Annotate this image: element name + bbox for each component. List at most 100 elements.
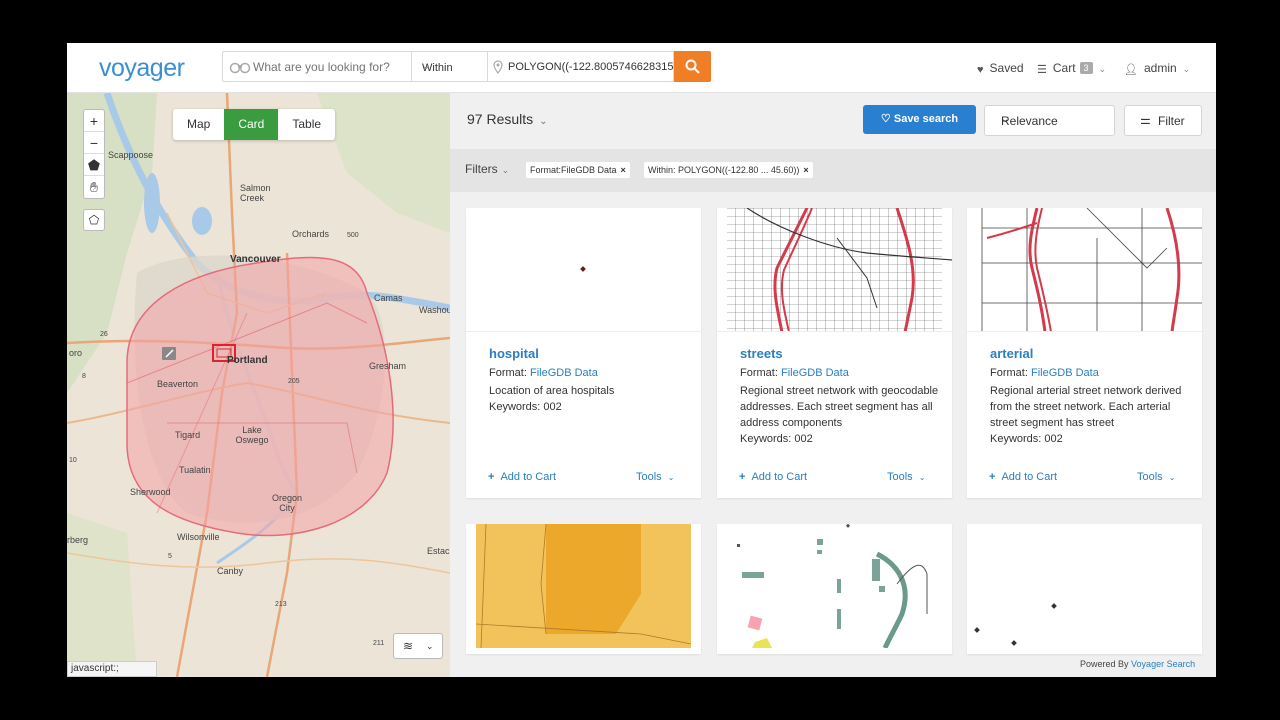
saved-link[interactable]: ♥ Saved xyxy=(977,61,1024,76)
voyager-logo[interactable]: voyager xyxy=(99,54,185,83)
add-to-cart-button[interactable]: + Add to Cart xyxy=(739,471,807,483)
sort-select[interactable]: Relevance ⌄ xyxy=(984,105,1115,136)
tools-menu[interactable]: Tools ⌄ xyxy=(887,471,925,483)
chevron-down-icon: ⌄ xyxy=(1182,64,1191,74)
binoculars-icon xyxy=(229,62,251,74)
card-thumbnail xyxy=(717,524,952,654)
home-extent-button[interactable]: ⬠ xyxy=(83,209,105,231)
location-value: POLYGON((-122.8005746628315: xyxy=(508,61,674,73)
tab-map[interactable]: Map xyxy=(173,109,224,140)
zoom-in-button[interactable]: + xyxy=(84,110,104,132)
chevron-down-icon: ⌄ xyxy=(918,473,926,482)
close-icon[interactable]: × xyxy=(621,165,626,175)
tools-menu[interactable]: Tools ⌄ xyxy=(1137,471,1175,483)
card-thumbnail xyxy=(967,524,1202,654)
cart-link[interactable]: ☰ Cart 3 ⌄ xyxy=(1037,61,1106,76)
card-title[interactable]: streets xyxy=(740,346,783,361)
map-label: Oregon City xyxy=(271,493,303,513)
map-label: Scappoose xyxy=(108,150,154,160)
powered-by-link[interactable]: Voyager Search xyxy=(1131,659,1195,669)
search-box[interactable] xyxy=(222,51,411,82)
list-icon: ☰ xyxy=(1037,64,1047,76)
tools-label: Tools xyxy=(636,471,662,483)
tab-table[interactable]: Table xyxy=(278,109,335,140)
pan-button[interactable]: ✋︎ xyxy=(84,176,104,198)
draw-polygon-button[interactable]: ⬟ xyxy=(84,154,104,176)
within-select[interactable]: Within ⌄ xyxy=(411,51,488,82)
saved-label: Saved xyxy=(989,61,1024,75)
map-label: Tualatin xyxy=(179,465,211,475)
layers-button[interactable]: ≋ ⌄ xyxy=(393,633,443,659)
sliders-icon: ⚌ xyxy=(1140,113,1151,127)
map-label: oro xyxy=(69,348,83,358)
card-thumbnail xyxy=(466,208,701,332)
chevron-down-icon: ⌄ xyxy=(1001,114,1010,125)
format-label: Format: xyxy=(489,367,527,379)
keywords-text: Keywords: 002 xyxy=(740,433,813,445)
chevron-down-icon: ⌄ xyxy=(1098,64,1107,74)
card-title[interactable]: arterial xyxy=(990,346,1033,361)
card-format: Format: FileGDB Data xyxy=(740,367,849,379)
map-label: rberg xyxy=(67,535,89,545)
chevron-down-icon: ⌄ xyxy=(426,641,434,651)
route-shield: 10 xyxy=(69,457,77,464)
result-card[interactable] xyxy=(717,524,952,654)
close-icon[interactable]: × xyxy=(803,165,808,175)
status-bar-link: javascript:; xyxy=(67,661,157,677)
result-card[interactable] xyxy=(967,524,1202,654)
format-value[interactable]: FileGDB Data xyxy=(1031,367,1099,379)
filter-chip[interactable]: Within: POLYGON((-122.80 ... 45.60)) × xyxy=(644,162,813,178)
location-input[interactable]: POLYGON((-122.8005746628315: xyxy=(488,51,674,82)
layers-icon: ≋ xyxy=(403,639,414,653)
zoom-out-button[interactable]: − xyxy=(84,132,104,154)
plus-icon: + xyxy=(989,471,996,483)
card-title[interactable]: hospital xyxy=(489,346,539,361)
tab-card[interactable]: Card xyxy=(224,109,279,140)
results-header: 97 Results ⌄ ♡ Save search Relevance ⌄ ⚌ … xyxy=(450,93,1216,149)
map-label: Vancouver xyxy=(230,254,281,265)
add-to-cart-label: Add to Cart xyxy=(500,471,557,483)
view-toggle: Map Card Table xyxy=(173,109,336,140)
results-count[interactable]: 97 Results ⌄ xyxy=(467,111,548,127)
chevron-down-icon: ⌄ xyxy=(422,61,431,72)
add-to-cart-button[interactable]: + Add to Cart xyxy=(989,471,1057,483)
card-thumbnail xyxy=(717,208,952,332)
format-value[interactable]: FileGDB Data xyxy=(530,367,598,379)
result-card[interactable]: hospital Format: FileGDB Data Location o… xyxy=(466,208,701,498)
filter-chip[interactable]: Format:FileGDB Data × xyxy=(526,162,630,178)
format-value[interactable]: FileGDB Data xyxy=(781,367,849,379)
route-shield: 500 xyxy=(347,232,359,239)
results-count-label: 97 Results xyxy=(467,111,534,127)
basemap xyxy=(67,93,450,677)
result-card[interactable] xyxy=(466,524,701,654)
map-label: Beaverton xyxy=(157,379,199,389)
tools-label: Tools xyxy=(887,471,913,483)
format-label: Format: xyxy=(990,367,1028,379)
card-format: Format: FileGDB Data xyxy=(990,367,1099,379)
map-label: Washou xyxy=(419,305,450,315)
pentagon-icon: ⬟ xyxy=(87,157,101,173)
add-to-cart-label: Add to Cart xyxy=(751,471,808,483)
chevron-down-icon: ⌄ xyxy=(1168,473,1176,482)
filter-chip-label: Within: POLYGON((-122.80 ... 45.60)) xyxy=(648,165,800,175)
user-label: admin xyxy=(1143,61,1177,75)
filters-label: Filters xyxy=(465,162,498,176)
search-input[interactable] xyxy=(253,52,408,81)
route-shield: 213 xyxy=(275,601,287,608)
chevron-down-icon: ⌄ xyxy=(667,473,675,482)
user-menu[interactable]: 👤︎ admin ⌄ xyxy=(1124,61,1190,76)
tools-menu[interactable]: Tools ⌄ xyxy=(636,471,674,483)
filter-button[interactable]: ⚌ Filter xyxy=(1124,105,1202,136)
save-search-button[interactable]: ♡ Save search xyxy=(863,105,976,134)
description-text: Location of area hospitals xyxy=(489,385,615,397)
map-label: Salmon Creek xyxy=(240,183,271,203)
search-button[interactable] xyxy=(674,51,711,82)
add-to-cart-button[interactable]: + Add to Cart xyxy=(488,471,556,483)
filters-toggle[interactable]: Filters ⌄ xyxy=(465,162,509,176)
hand-icon: ✋︎ xyxy=(90,179,98,195)
map-panel[interactable]: Scappoose Salmon Creek Orchards Vancouve… xyxy=(67,93,450,677)
route-shield: 211 xyxy=(373,640,385,647)
result-card[interactable]: streets Format: FileGDB Data Regional st… xyxy=(717,208,952,498)
result-card[interactable]: arterial Format: FileGDB Data Regional a… xyxy=(967,208,1202,498)
heart-icon: ♥ xyxy=(977,64,984,76)
